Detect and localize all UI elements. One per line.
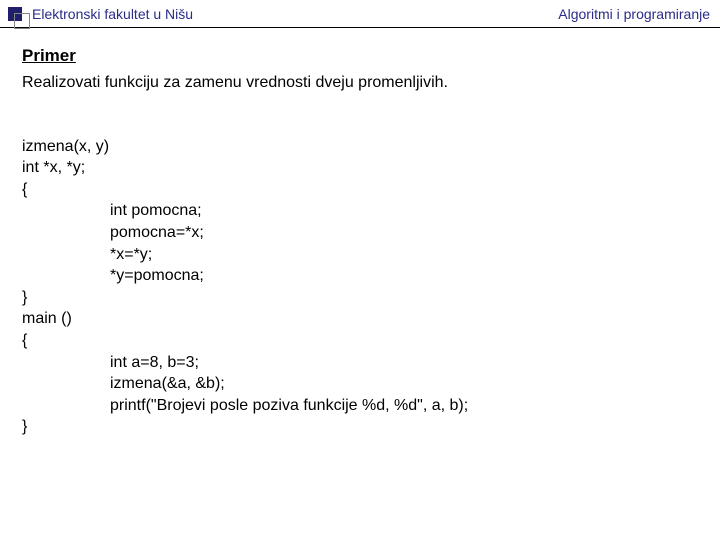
- code-line: *y=pomocna;: [22, 265, 204, 287]
- code-line: main (): [22, 310, 72, 327]
- code-line: izmena(x, y): [22, 138, 109, 155]
- code-line: izmena(&a, &b);: [22, 373, 225, 395]
- code-line: {: [22, 332, 27, 349]
- code-block: izmena(x, y) int *x, *y; { int pomocna; …: [22, 114, 698, 438]
- code-line: }: [22, 418, 27, 435]
- section-title: Primer: [22, 46, 698, 66]
- code-line: {: [22, 181, 27, 198]
- code-line: int pomocna;: [22, 200, 202, 222]
- code-line: printf("Brojevi posle poziva funkcije %d…: [22, 395, 468, 417]
- code-line: pomocna=*x;: [22, 222, 204, 244]
- header-right-text: Algoritmi i programiranje: [558, 6, 710, 22]
- code-line: }: [22, 289, 27, 306]
- logo-icon: [8, 7, 22, 21]
- code-line: *x=*y;: [22, 244, 152, 266]
- slide-header: Elektronski fakultet u Nišu Algoritmi i …: [0, 0, 720, 28]
- header-left-text: Elektronski fakultet u Nišu: [32, 6, 558, 22]
- description-text: Realizovati funkciju za zamenu vrednosti…: [22, 74, 698, 92]
- code-line: int a=8, b=3;: [22, 352, 199, 374]
- slide-content: Primer Realizovati funkciju za zamenu vr…: [0, 28, 720, 456]
- code-line: int *x, *y;: [22, 159, 85, 176]
